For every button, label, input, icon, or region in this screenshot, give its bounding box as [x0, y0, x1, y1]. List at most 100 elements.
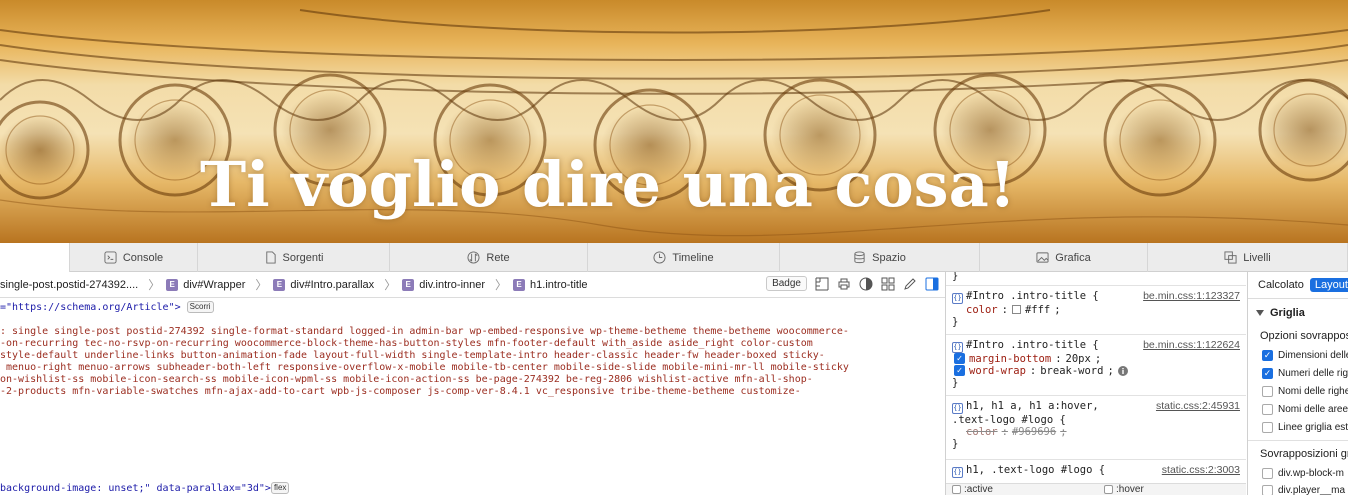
appearance-icon[interactable] — [859, 277, 873, 291]
pencil-icon[interactable] — [903, 277, 917, 291]
breadcrumb-label: div#Intro.parallax — [290, 278, 375, 291]
style-property[interactable]: ✓ margin-bottom: 20px; — [954, 353, 1240, 365]
property-name: color — [966, 303, 998, 316]
breadcrumb-item[interactable]: E div.intro-inner 〉 — [402, 276, 513, 293]
tab-timeline[interactable]: Timeline — [588, 243, 780, 272]
tab-layers[interactable]: Livelli — [1148, 243, 1348, 272]
brace: } — [952, 437, 959, 450]
dom-class-line: -2-products mfn-variable-swatches mfn-aj… — [0, 386, 801, 397]
brace: } — [952, 376, 959, 389]
rule-selector-continued: .text-logo #logo { — [952, 413, 1066, 426]
checkbox-icon — [1104, 485, 1113, 494]
rule-source-link[interactable]: be.min.css:1:123327 — [1143, 290, 1240, 302]
pseudo-class-filter: :active :hover — [946, 483, 1246, 495]
disclosure-triangle-icon — [1256, 310, 1264, 316]
dom-class-line: on-wishlist-ss mobile-icon-search-ss mob… — [0, 374, 813, 385]
active-toggle[interactable]: :active — [952, 484, 993, 495]
breadcrumb-item[interactable]: single-post.postid-274392.... 〉 — [0, 276, 166, 293]
property-name: margin-bottom — [969, 352, 1052, 365]
sidebar-toggle-icon[interactable] — [925, 277, 939, 291]
tab-network[interactable]: Rete — [390, 243, 588, 272]
dom-class-line: : single single-post postid-274392 singl… — [0, 326, 849, 337]
rule-selector: h1, .text-logo #logo { — [966, 464, 1106, 476]
network-icon — [467, 251, 480, 264]
property-name: color — [966, 425, 998, 438]
badge-button[interactable]: Badge — [766, 276, 807, 291]
tab-label: Rete — [486, 251, 510, 264]
grid-layout-icon[interactable] — [815, 277, 829, 291]
tab-label: Sorgenti — [282, 251, 324, 264]
tab-label: Spazio — [872, 251, 906, 264]
dom-line[interactable]: ="https://schema.org/Article"> Scorri — [0, 301, 214, 314]
overlay-item[interactable]: div.wp-block-m — [1262, 468, 1344, 479]
layout-panel: Calcolato Layout Griglia Opzioni sovrapp… — [1247, 272, 1348, 495]
layout-grid-icon[interactable] — [881, 277, 895, 291]
hero-banner: Ti voglio dire una cosa! — [0, 0, 1348, 243]
element-badge-icon: E — [513, 278, 526, 291]
style-rule[interactable]: {} #Intro .intro-title { be.min.css:1:122… — [946, 335, 1246, 396]
info-icon[interactable] — [1117, 365, 1128, 376]
tab-computed[interactable]: Calcolato — [1258, 279, 1304, 291]
style-property[interactable]: ✓ word-wrap: break-word; — [954, 365, 1240, 377]
tab-console[interactable]: Console — [70, 243, 198, 272]
console-icon — [104, 251, 117, 264]
rule-selector: #Intro .intro-title { — [966, 290, 1099, 302]
checkbox-icon — [1262, 404, 1273, 415]
storage-icon — [854, 251, 865, 264]
breadcrumb-item[interactable]: E div#Intro.parallax 〉 — [273, 276, 402, 293]
scroll-badge[interactable]: Scorri — [186, 301, 214, 313]
brace: } — [952, 272, 959, 282]
dom-class-line: style-default underline-links button-ani… — [0, 350, 825, 361]
tab-label: Console — [122, 251, 164, 264]
breadcrumb-item[interactable]: E div#Wrapper 〉 — [166, 276, 273, 293]
chevron-right-icon: 〉 — [148, 278, 161, 292]
flex-badge[interactable]: flex — [270, 482, 290, 494]
section-title: Griglia — [1270, 307, 1305, 319]
attr-value: ="https://schema.org/Article"> — [0, 302, 181, 313]
style-property[interactable]: color: #fff; — [966, 304, 1240, 316]
checkbox-checked-icon[interactable]: ✓ — [954, 365, 965, 376]
element-badge-icon: E — [402, 278, 415, 291]
tab-label: Timeline — [672, 251, 714, 264]
print-icon[interactable] — [837, 277, 851, 291]
rule-source-link[interactable]: static.css:2:45931 — [1156, 400, 1240, 412]
checkbox-icon — [1262, 422, 1273, 433]
checkbox-checked-icon[interactable]: ✓ — [954, 353, 965, 364]
brace: } — [952, 315, 959, 328]
option-track-sizes[interactable]: ✓Dimensioni delle tracce — [1262, 350, 1348, 361]
property-value: #969696 — [1011, 425, 1057, 438]
rule-icon: {} — [952, 466, 963, 478]
color-swatch[interactable] — [1011, 305, 1021, 314]
checkbox-icon — [952, 485, 961, 494]
image-icon — [1036, 252, 1049, 263]
tab-sources[interactable]: Sorgenti — [198, 243, 390, 272]
grid-section-header[interactable]: Griglia — [1248, 307, 1348, 319]
style-rule[interactable]: {} #Intro .intro-title { be.min.css:1:123… — [946, 286, 1246, 335]
hover-toggle[interactable]: :hover — [1104, 484, 1144, 495]
inspector-tab-bar: Console Sorgenti Rete Timeline Spazio Gr… — [0, 243, 1348, 272]
breadcrumb-label: div.intro-inner — [419, 278, 486, 291]
dom-class-line: menuo-right menuo-arrows subheader-both-… — [0, 362, 849, 373]
style-rule[interactable]: {} h1, h1 a, h1 a:hover, .text-logo #logo… — [946, 396, 1246, 460]
tab-elements[interactable] — [0, 243, 70, 272]
breadcrumb-label: h1.intro-title — [530, 278, 588, 291]
dom-line[interactable]: background-image: unset;" data-parallax=… — [0, 482, 290, 495]
overlay-item[interactable]: div.player__ma — [1262, 485, 1345, 495]
rule-source-link[interactable]: be.min.css:1:122624 — [1143, 339, 1240, 351]
option-line-numbers[interactable]: ✓Numeri delle righe — [1262, 368, 1348, 379]
web-inspector: Console Sorgenti Rete Timeline Spazio Gr… — [0, 243, 1348, 495]
checkbox-icon — [1262, 386, 1273, 397]
tab-label: Livelli — [1243, 251, 1271, 264]
breadcrumb-item[interactable]: E h1.intro-title — [513, 278, 588, 291]
option-line-names[interactable]: Nomi delle righe — [1262, 386, 1348, 397]
style-property-overridden[interactable]: color: #969696; — [966, 426, 1240, 438]
dom-tree[interactable]: ="https://schema.org/Article"> Scorri : … — [0, 299, 945, 495]
tab-layout[interactable]: Layout — [1309, 278, 1348, 292]
tab-graphics[interactable]: Grafica — [980, 243, 1148, 272]
clock-icon — [653, 251, 666, 264]
rule-source-link[interactable]: static.css:2:3003 — [1162, 464, 1240, 476]
option-area-names[interactable]: Nomi delle aree — [1262, 404, 1348, 415]
property-value: break-word — [1040, 364, 1104, 377]
option-extended-lines[interactable]: Linee griglia estese — [1262, 422, 1348, 433]
tab-storage[interactable]: Spazio — [780, 243, 980, 272]
